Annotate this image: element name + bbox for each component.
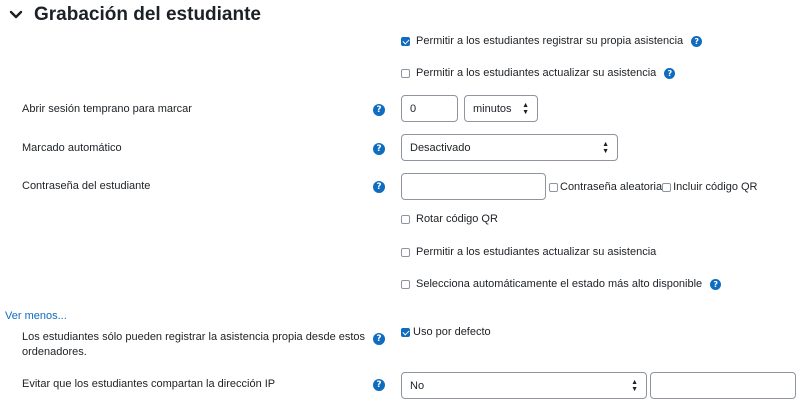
chevron-down-icon[interactable] <box>8 7 24 23</box>
help-icon[interactable]: ? <box>710 279 722 290</box>
subnet-label-line2: ordenadores. <box>22 346 87 358</box>
help-icon[interactable]: ? <box>664 68 676 79</box>
help-icon[interactable]: ? <box>691 36 703 47</box>
allow-register-row: Permitir a los estudiantes registrar su … <box>401 34 703 49</box>
auto-highest-label: Selecciona automáticamente el estado más… <box>416 278 703 290</box>
section-title: Grabación del estudiante <box>34 4 261 25</box>
subnet-default-row: Uso por defecto <box>401 325 491 340</box>
prevent-ip-value: No <box>410 379 425 392</box>
allow-register-checkbox[interactable] <box>401 37 410 46</box>
subnet-default-checkbox[interactable] <box>401 328 410 337</box>
early-session-input[interactable]: 0 <box>401 95 458 122</box>
subnet-label: Los estudiantes sólo pueden registrar la… <box>22 330 367 360</box>
allow-update-label: Permitir a los estudiantes actualizar su… <box>416 67 657 79</box>
help-icon[interactable]: ? <box>373 379 385 391</box>
early-session-value: 0 <box>410 102 417 115</box>
include-qr-label: Incluir código QR <box>673 181 758 193</box>
prevent-ip-select[interactable]: No ▲ ▼ <box>401 372 647 399</box>
prevent-ip-label: Evitar que los estudiantes compartan la … <box>22 378 276 390</box>
allow-update-checkbox[interactable] <box>401 69 410 78</box>
random-password-checkbox[interactable] <box>549 183 558 192</box>
help-icon[interactable]: ? <box>373 181 385 193</box>
prevent-ip-extra-input[interactable] <box>650 372 796 399</box>
help-icon[interactable]: ? <box>373 143 385 155</box>
early-session-unit-value: minutos <box>473 102 512 115</box>
auto-highest-row: Selecciona automáticamente el estado más… <box>401 277 722 292</box>
early-session-unit-select[interactable]: minutos ▲ ▼ <box>464 95 538 122</box>
early-session-label: Abrir sesión temprano para marcar <box>22 103 192 115</box>
select-caret-icon: ▲ ▼ <box>602 140 609 155</box>
section-header[interactable]: Grabación del estudiante <box>8 2 261 28</box>
allow-register-label: Permitir a los estudiantes registrar su … <box>416 35 684 47</box>
automark-label: Marcado automático <box>22 142 122 154</box>
subnet-label-line1: Los estudiantes sólo pueden registrar la… <box>22 331 366 343</box>
student-password-label: Contraseña del estudiante <box>22 180 151 192</box>
student-password-input[interactable] <box>401 173 546 200</box>
select-caret-icon: ▲ ▼ <box>522 101 529 116</box>
allow-update-row: Permitir a los estudiantes actualizar su… <box>401 66 676 81</box>
automark-select[interactable]: Desactivado ▲ ▼ <box>401 134 618 161</box>
select-caret-icon: ▲ ▼ <box>631 378 638 393</box>
rotate-qr-row: Rotar código QR <box>401 212 498 227</box>
random-password-label: Contraseña aleatoria <box>560 181 663 193</box>
allow-update-2-checkbox[interactable] <box>401 248 410 257</box>
allow-update-2-row: Permitir a los estudiantes actualizar su… <box>401 245 656 260</box>
help-icon[interactable]: ? <box>373 333 385 345</box>
allow-update-2-label: Permitir a los estudiantes actualizar su… <box>416 246 657 258</box>
rotate-qr-label: Rotar código QR <box>416 213 498 225</box>
automark-value: Desactivado <box>410 141 471 154</box>
subnet-default-label: Uso por defecto <box>413 326 491 338</box>
rotate-qr-checkbox[interactable] <box>401 215 410 224</box>
auto-highest-checkbox[interactable] <box>401 280 410 289</box>
include-qr-checkbox[interactable] <box>662 183 672 192</box>
show-less-link[interactable]: Ver menos... <box>5 310 67 322</box>
help-icon[interactable]: ? <box>373 104 385 116</box>
password-options: Contraseña aleatoria Incluir código QR <box>549 180 758 195</box>
